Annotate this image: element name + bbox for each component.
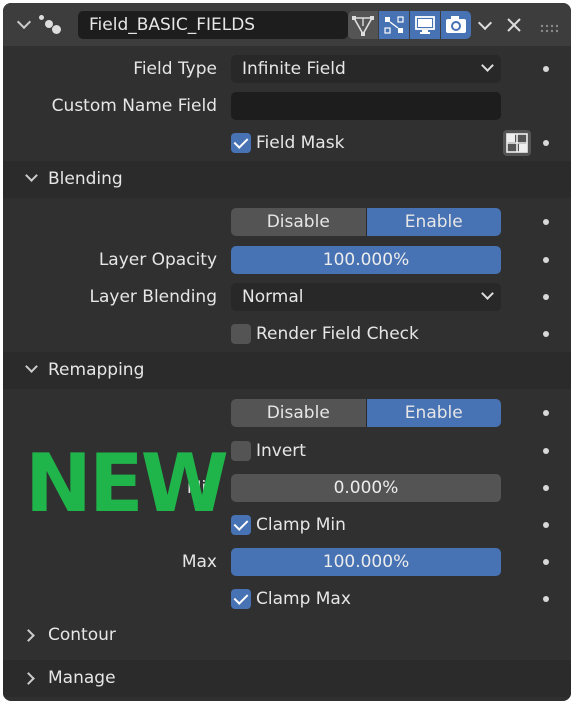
field-mask-label: Field Mask [256,133,345,153]
modifier-panel: Field_BASIC_FIELDS Field Type Infinite F… [3,3,571,701]
chevron-down-icon [481,287,494,300]
modifier-dots-icon [39,15,61,35]
remapping-enable-button[interactable]: Enable [366,399,501,427]
max-label: Max [181,552,217,572]
panel-header: Field_BASIC_FIELDS [3,3,571,46]
collapse-chevron-icon[interactable] [16,14,32,30]
render-field-check-checkbox[interactable] [231,324,251,344]
field-mask-checkbox[interactable] [231,133,251,153]
new-badge: NEW [25,437,229,530]
camera-render-icon[interactable] [441,11,471,39]
remapping-section-header[interactable]: Remapping [3,352,571,389]
field-type-value: Infinite Field [242,59,346,79]
chevron-down-icon [25,360,38,373]
keyframe-dot-icon[interactable] [543,66,549,72]
keyframe-dot-icon[interactable] [543,522,549,528]
keyframe-dot-icon[interactable] [543,257,549,263]
remapping-title: Remapping [48,360,145,380]
chevron-down-icon [25,169,38,182]
keyframe-dot-icon[interactable] [543,331,549,337]
clamp-min-label: Clamp Min [256,515,346,535]
remapping-toggle[interactable]: Disable Enable [231,399,501,427]
node-tree-icon[interactable] [348,11,378,39]
drag-handle-icon[interactable] [540,19,559,33]
keyframe-dot-icon[interactable] [543,448,549,454]
layer-blending-value: Normal [242,287,304,307]
contour-title: Contour [48,625,116,645]
chevron-down-icon [481,59,494,72]
manage-section-header[interactable]: Manage [3,660,571,697]
close-icon[interactable] [500,11,528,39]
render-field-check-label: Render Field Check [256,324,419,344]
clamp-min-checkbox[interactable] [231,515,251,535]
blending-section-header[interactable]: Blending [3,161,571,198]
modifier-name-field[interactable]: Field_BASIC_FIELDS [78,11,348,39]
chevron-right-icon [22,629,35,642]
clamp-max-checkbox[interactable] [231,589,251,609]
mask-edit-icon[interactable] [503,130,531,156]
keyframe-dot-icon[interactable] [543,219,549,225]
contour-section-header[interactable]: Contour [3,617,571,654]
blending-disable-button[interactable]: Disable [231,208,367,236]
field-type-dropdown[interactable]: Infinite Field [231,55,501,83]
keyframe-dot-icon[interactable] [543,596,549,602]
keyframe-dot-icon[interactable] [543,294,549,300]
custom-name-field[interactable] [231,92,501,120]
remapping-disable-button[interactable]: Disable [231,399,367,427]
keyframe-dot-icon[interactable] [543,559,549,565]
max-slider[interactable]: 100.000% [231,548,501,576]
realtime-monitor-icon[interactable] [410,11,440,39]
blending-toggle[interactable]: Disable Enable [231,208,501,236]
modifier-name-text: Field_BASIC_FIELDS [89,15,256,35]
keyframe-dot-icon[interactable] [543,410,549,416]
clamp-max-label: Clamp Max [256,589,351,609]
field-type-label: Field Type [133,59,217,79]
invert-checkbox[interactable] [231,441,251,461]
edit-mode-icon[interactable] [379,11,409,39]
blending-enable-button[interactable]: Enable [366,208,501,236]
chevron-right-icon [22,672,35,685]
blending-title: Blending [48,169,123,189]
custom-name-label: Custom Name Field [51,96,217,116]
layer-opacity-slider[interactable]: 100.000% [231,246,501,274]
extra-menu-chevron-icon[interactable] [471,11,499,39]
layer-blending-label: Layer Blending [89,287,218,307]
min-slider[interactable]: 0.000% [231,474,501,502]
keyframe-dot-icon[interactable] [543,485,549,491]
layer-opacity-label: Layer Opacity [98,250,217,270]
layer-blending-dropdown[interactable]: Normal [231,283,501,311]
keyframe-dot-icon[interactable] [543,140,549,146]
invert-label: Invert [256,441,306,461]
manage-title: Manage [48,668,116,688]
